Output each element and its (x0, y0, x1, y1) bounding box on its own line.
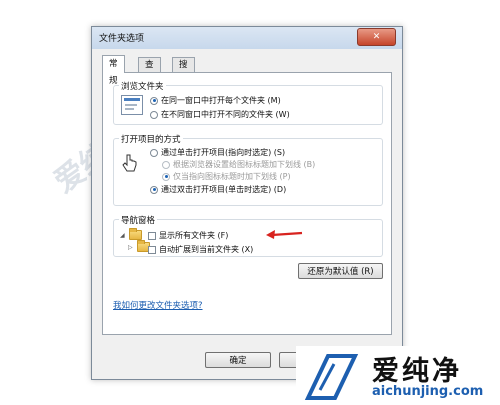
radio-same-window[interactable]: 在同一窗口中打开每个文件夹 (M) (150, 95, 281, 106)
radio-same-window-dot (150, 96, 158, 105)
radio-double-click-label: 通过双击打开项目(单击时选定) (D) (161, 185, 287, 194)
folder-options-dialog: 文件夹选项 ✕ 常规 查看 搜索 浏览文件夹 在同一窗口中打开每个文件夹 (M)… (91, 26, 403, 380)
title-bar: 文件夹选项 ✕ (92, 27, 402, 49)
logo-url: aichunjing.com (372, 384, 484, 399)
radio-new-window-label: 在不同窗口中打开不同的文件夹 (W) (161, 110, 290, 119)
checkbox-show-all-label: 显示所有文件夹 (F) (159, 231, 229, 240)
ok-button[interactable]: 确定 (205, 352, 271, 368)
radio-double-click-dot (150, 185, 158, 194)
radio-underline-point[interactable]: 仅当指向图标标题时加下划线 (P) (162, 171, 291, 182)
tab-panel-general: 浏览文件夹 在同一窗口中打开每个文件夹 (M) 在不同窗口中打开不同的文件夹 (… (102, 72, 392, 335)
checkbox-auto-expand[interactable]: 自动扩展到当前文件夹 (X) (148, 244, 253, 255)
folder-icon (129, 228, 142, 240)
nav-row-show-all: ◢ (120, 228, 146, 240)
cursor-hand-icon (122, 154, 137, 172)
browse-folders-group: 浏览文件夹 在同一窗口中打开每个文件夹 (M) 在不同窗口中打开不同的文件夹 (… (113, 80, 383, 125)
radio-double-click[interactable]: 通过双击打开项目(单击时选定) (D) (150, 184, 286, 195)
radio-new-window[interactable]: 在不同窗口中打开不同的文件夹 (W) (150, 109, 290, 120)
radio-single-click-dot (150, 148, 158, 157)
checkbox-show-all-box (148, 231, 156, 240)
open-items-title: 打开项目的方式 (119, 133, 183, 145)
radio-underline-point-dot (162, 172, 170, 181)
tab-search[interactable]: 搜索 (172, 57, 195, 85)
radio-new-window-dot (150, 110, 158, 119)
radio-single-click[interactable]: 通过单击打开项目(指向时选定) (S) (150, 147, 285, 158)
radio-underline-browser[interactable]: 根据浏览器设置给图标标题加下划线 (B) (162, 159, 315, 170)
expanded-triangle-icon: ◢ (120, 231, 125, 239)
site-logo: 爱纯净 aichunjing.com (296, 346, 500, 405)
close-button[interactable]: ✕ (357, 28, 396, 46)
tab-view[interactable]: 查看 (138, 57, 161, 85)
logo-text: 爱纯净 (372, 356, 462, 387)
restore-defaults-button[interactable]: 还原为默认值 (R) (298, 263, 383, 279)
radio-underline-point-label: 仅当指向图标标题时加下划线 (P) (173, 172, 291, 181)
logo-emblem-icon (304, 354, 359, 400)
browse-folders-title: 浏览文件夹 (119, 80, 166, 92)
open-items-group: 打开项目的方式 通过单击打开项目(指向时选定) (S) 根据浏览器设置给图标标题… (113, 133, 383, 206)
radio-same-window-label: 在同一窗口中打开每个文件夹 (M) (161, 96, 281, 105)
checkbox-auto-expand-box (148, 245, 156, 254)
radio-underline-browser-label: 根据浏览器设置给图标标题加下划线 (B) (173, 160, 316, 169)
window-icon (121, 95, 143, 115)
help-link[interactable]: 我如何更改文件夹选项? (113, 299, 203, 311)
collapsed-triangle-icon: ▷ (128, 243, 133, 251)
checkbox-auto-expand-label: 自动扩展到当前文件夹 (X) (159, 245, 254, 254)
checkbox-show-all-folders[interactable]: 显示所有文件夹 (F) (148, 230, 228, 241)
radio-single-click-label: 通过单击打开项目(指向时选定) (S) (161, 148, 286, 157)
navigation-pane-title: 导航窗格 (119, 214, 158, 226)
close-icon: ✕ (372, 32, 381, 42)
tab-general[interactable]: 常规 (102, 55, 125, 86)
navigation-pane-group: 导航窗格 ◢ 显示所有文件夹 (F) ▷ 自动扩展到当前文件夹 (X) (113, 214, 383, 257)
window-title: 文件夹选项 (99, 34, 145, 44)
radio-underline-browser-dot (162, 160, 170, 169)
red-arrow-icon (266, 230, 303, 239)
